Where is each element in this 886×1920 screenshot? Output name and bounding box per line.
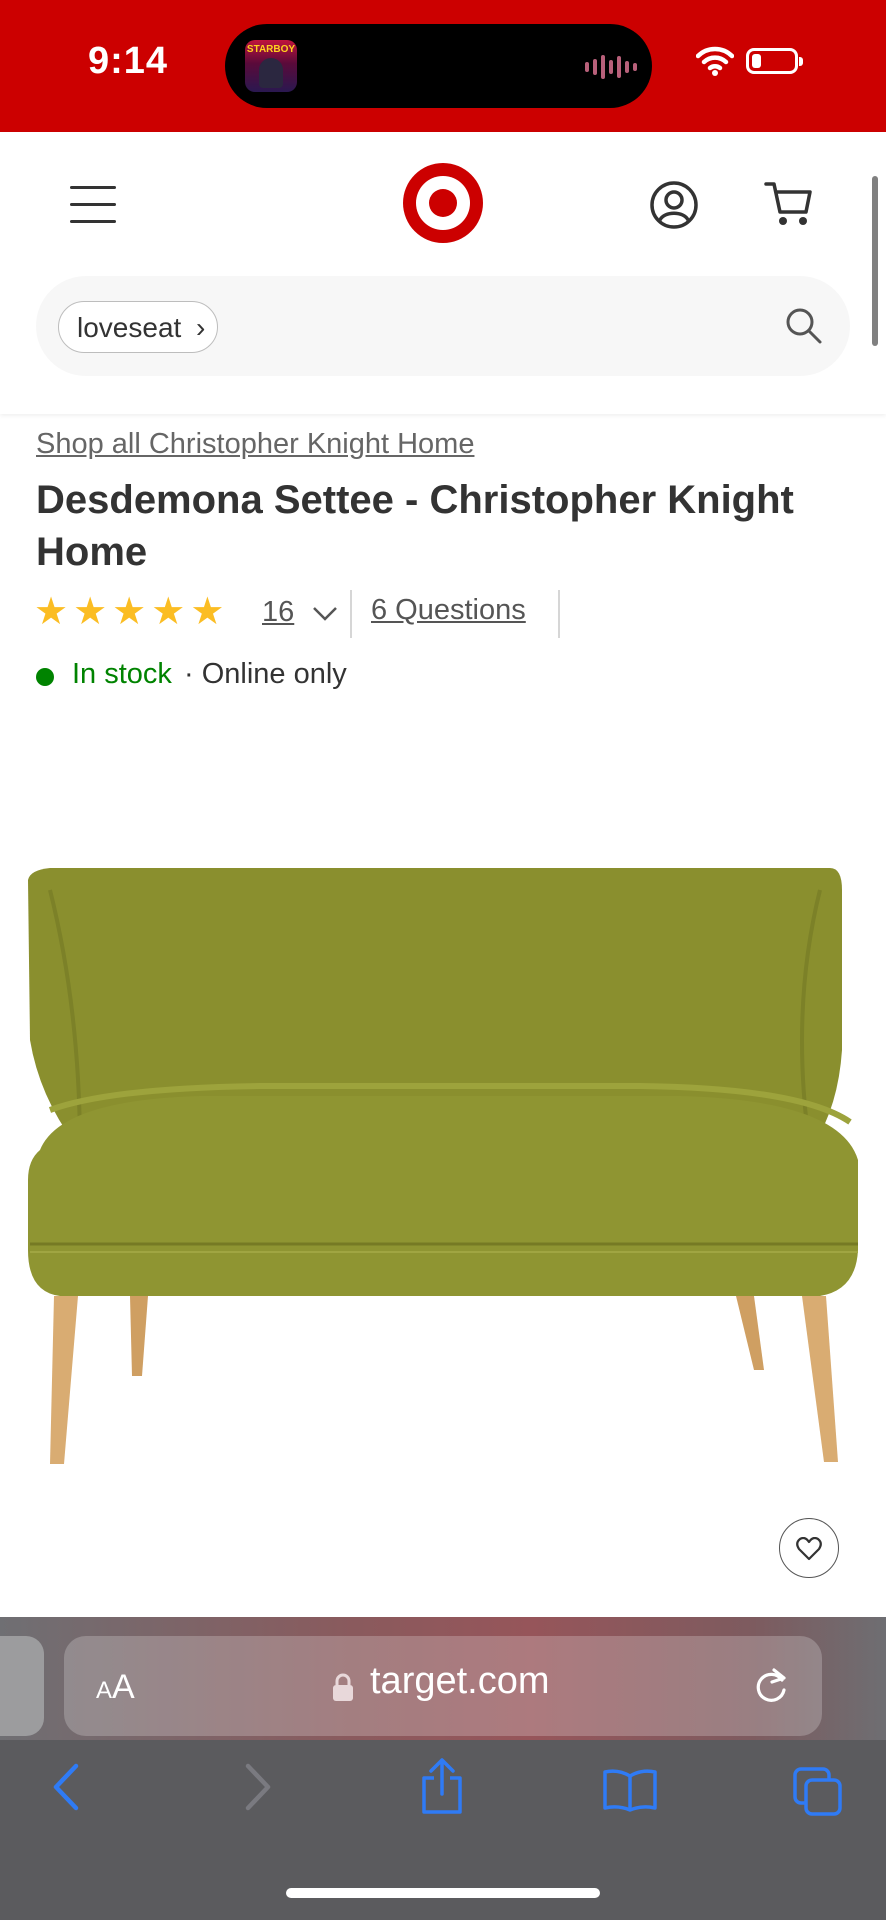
battery-icon: [746, 48, 803, 74]
reload-icon[interactable]: [752, 1666, 790, 1706]
stock-status-dot: [36, 668, 54, 686]
bookmarks-icon[interactable]: [602, 1768, 658, 1812]
product-title: Desdemona Settee - Christopher Knight Ho…: [36, 478, 794, 574]
search-chip-label: loveseat: [77, 312, 182, 343]
stock-status: In stock: [72, 658, 172, 690]
divider: [350, 590, 352, 638]
page-scrollbar[interactable]: [872, 176, 878, 346]
status-time: 9:14: [88, 40, 169, 82]
favorite-button[interactable]: [779, 1518, 839, 1578]
share-icon[interactable]: [418, 1758, 466, 1816]
audio-waveform-icon: [585, 54, 637, 80]
now-playing-artwork[interactable]: STARBOY: [245, 40, 297, 92]
wifi-icon: [696, 46, 734, 76]
lock-icon: [333, 1673, 353, 1701]
product-image[interactable]: [20, 860, 866, 1474]
home-indicator[interactable]: [286, 1888, 600, 1898]
forward-icon[interactable]: [238, 1762, 278, 1812]
shop-all-link[interactable]: Shop all Christopher Knight Home: [36, 428, 474, 461]
star-icon: ★: [73, 591, 108, 633]
menu-icon[interactable]: [70, 186, 118, 224]
chevron-down-icon[interactable]: [312, 596, 338, 630]
address-bar[interactable]: AA target.com: [64, 1636, 822, 1736]
tabs-icon[interactable]: [792, 1766, 844, 1818]
account-icon[interactable]: [648, 179, 700, 231]
target-logo[interactable]: [403, 163, 483, 243]
rating-count-link[interactable]: 16: [262, 596, 294, 629]
album-art-text: STARBOY: [246, 44, 296, 55]
text-size-button[interactable]: AA: [96, 1668, 135, 1707]
questions-link[interactable]: 6 Questions: [371, 594, 526, 627]
previous-tab-preview[interactable]: [0, 1636, 44, 1736]
rating-stars[interactable]: ★ ★ ★ ★ ★: [34, 592, 224, 632]
star-icon: ★: [34, 591, 69, 633]
chevron-right-icon: ›: [195, 312, 206, 343]
url-text[interactable]: target.com: [370, 1660, 550, 1703]
availability-label: · Online only: [184, 658, 347, 690]
search-chip[interactable]: loveseat ›: [58, 301, 219, 353]
cart-icon[interactable]: [764, 180, 814, 228]
star-icon: ★: [190, 591, 225, 633]
dynamic-island[interactable]: STARBOY: [225, 24, 652, 108]
star-icon: ★: [112, 591, 147, 633]
search-bar[interactable]: loveseat ›: [36, 276, 850, 376]
divider: [558, 590, 560, 638]
star-icon: ★: [151, 591, 186, 633]
back-icon[interactable]: [48, 1762, 88, 1812]
heart-icon: [796, 1537, 822, 1561]
search-icon[interactable]: [784, 306, 824, 346]
